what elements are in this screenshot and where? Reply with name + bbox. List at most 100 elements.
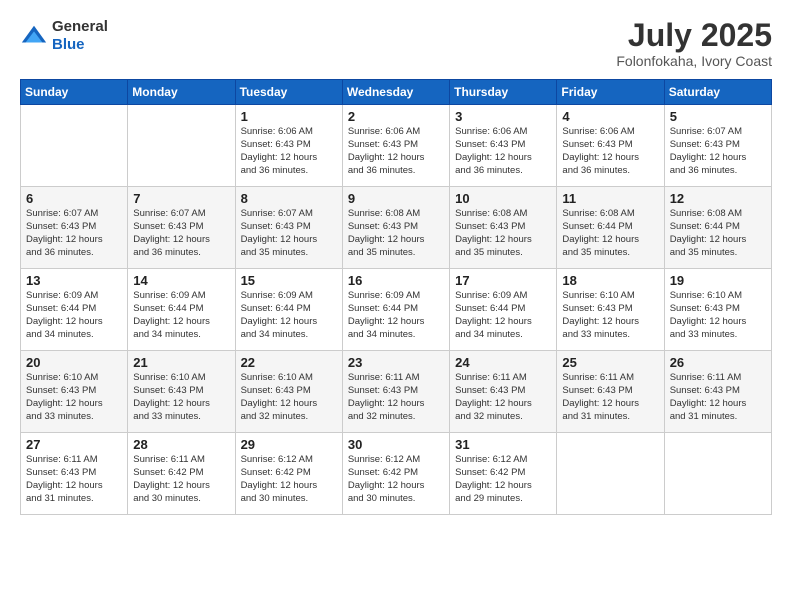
day-cell: 27 Sunrise: 6:11 AM Sunset: 6:43 PM Dayli… [21,433,128,515]
day-cell: 15Sunrise: 6:09 AM Sunset: 6:44 PM Dayli… [235,269,342,351]
day-number: 19 [670,273,766,288]
calendar-table: SundayMondayTuesdayWednesdayThursdayFrid… [20,79,772,515]
day-info: Sunrise: 6:08 AM Sunset: 6:44 PM Dayligh… [670,208,766,259]
day-info: Sunrise: 6:09 AM Sunset: 6:44 PM Dayligh… [455,290,551,341]
week-row-2: 6 Sunrise: 6:07 AM Sunset: 6:43 PM Daylig… [21,187,772,269]
day-number: 8 [241,191,337,206]
day-number: 1 [241,109,337,124]
day-cell: 2 Sunrise: 6:06 AM Sunset: 6:43 PM Daylig… [342,105,449,187]
day-number: 14 [133,273,229,288]
day-cell: 29Sunrise: 6:12 AM Sunset: 6:42 PM Dayli… [235,433,342,515]
day-info: Sunrise: 6:09 AM Sunset: 6:44 PM Dayligh… [348,290,444,341]
day-info: Sunrise: 6:10 AM Sunset: 6:43 PM Dayligh… [241,372,337,423]
day-number: 26 [670,355,766,370]
day-number: 24 [455,355,551,370]
day-number: 30 [348,437,444,452]
header: General Blue July 2025 Folonfokaha, Ivor… [20,18,772,69]
day-number: 11 [562,191,658,206]
weekday-header-sunday: Sunday [21,80,128,105]
day-number: 21 [133,355,229,370]
day-number: 15 [241,273,337,288]
day-cell: 19 Sunrise: 6:10 AM Sunset: 6:43 PM Dayli… [664,269,771,351]
day-info: Sunrise: 6:06 AM Sunset: 6:43 PM Dayligh… [455,126,551,177]
day-number: 20 [26,355,122,370]
day-cell: 7 Sunrise: 6:07 AM Sunset: 6:43 PM Daylig… [128,187,235,269]
day-number: 7 [133,191,229,206]
weekday-header-thursday: Thursday [450,80,557,105]
day-cell: 23Sunrise: 6:11 AM Sunset: 6:43 PM Dayli… [342,351,449,433]
day-cell: 20Sunrise: 6:10 AM Sunset: 6:43 PM Dayli… [21,351,128,433]
day-number: 17 [455,273,551,288]
day-info: Sunrise: 6:06 AM Sunset: 6:43 PM Dayligh… [348,126,444,177]
day-number: 2 [348,109,444,124]
day-info: Sunrise: 6:12 AM Sunset: 6:42 PM Dayligh… [348,454,444,505]
day-info: Sunrise: 6:11 AM Sunset: 6:43 PM Dayligh… [670,372,766,423]
day-info: Sunrise: 6:07 AM Sunset: 6:43 PM Dayligh… [670,126,766,177]
weekday-header-row: SundayMondayTuesdayWednesdayThursdayFrid… [21,80,772,105]
weekday-header-friday: Friday [557,80,664,105]
day-info: Sunrise: 6:06 AM Sunset: 6:43 PM Dayligh… [562,126,658,177]
day-cell [21,105,128,187]
day-number: 13 [26,273,122,288]
weekday-header-wednesday: Wednesday [342,80,449,105]
day-info: Sunrise: 6:11 AM Sunset: 6:43 PM Dayligh… [562,372,658,423]
day-number: 9 [348,191,444,206]
day-cell: 18Sunrise: 6:10 AM Sunset: 6:43 PM Dayli… [557,269,664,351]
day-cell: 8Sunrise: 6:07 AM Sunset: 6:43 PM Daylig… [235,187,342,269]
day-cell: 10 Sunrise: 6:08 AM Sunset: 6:43 PM Dayli… [450,187,557,269]
day-number: 10 [455,191,551,206]
day-number: 23 [348,355,444,370]
page: General Blue July 2025 Folonfokaha, Ivor… [0,0,792,612]
day-info: Sunrise: 6:08 AM Sunset: 6:44 PM Dayligh… [562,208,658,259]
day-number: 27 [26,437,122,452]
day-cell: 4 Sunrise: 6:06 AM Sunset: 6:43 PM Daylig… [557,105,664,187]
day-info: Sunrise: 6:08 AM Sunset: 6:43 PM Dayligh… [348,208,444,259]
day-cell: 21 Sunrise: 6:10 AM Sunset: 6:43 PM Dayli… [128,351,235,433]
logo-icon [20,22,48,50]
day-info: Sunrise: 6:12 AM Sunset: 6:42 PM Dayligh… [455,454,551,505]
day-info: Sunrise: 6:11 AM Sunset: 6:43 PM Dayligh… [455,372,551,423]
day-number: 25 [562,355,658,370]
day-cell: 13Sunrise: 6:09 AM Sunset: 6:44 PM Dayli… [21,269,128,351]
weekday-header-monday: Monday [128,80,235,105]
day-cell: 5 Sunrise: 6:07 AM Sunset: 6:43 PM Daylig… [664,105,771,187]
day-cell: 25 Sunrise: 6:11 AM Sunset: 6:43 PM Dayli… [557,351,664,433]
day-cell: 22Sunrise: 6:10 AM Sunset: 6:43 PM Dayli… [235,351,342,433]
day-number: 28 [133,437,229,452]
day-cell: 24 Sunrise: 6:11 AM Sunset: 6:43 PM Dayli… [450,351,557,433]
day-cell: 26 Sunrise: 6:11 AM Sunset: 6:43 PM Dayli… [664,351,771,433]
day-number: 3 [455,109,551,124]
day-cell [557,433,664,515]
month-year: July 2025 [616,18,772,53]
day-cell: 12 Sunrise: 6:08 AM Sunset: 6:44 PM Dayli… [664,187,771,269]
day-cell: 30 Sunrise: 6:12 AM Sunset: 6:42 PM Dayli… [342,433,449,515]
day-info: Sunrise: 6:11 AM Sunset: 6:43 PM Dayligh… [26,454,122,505]
day-info: Sunrise: 6:10 AM Sunset: 6:43 PM Dayligh… [562,290,658,341]
day-number: 6 [26,191,122,206]
day-number: 5 [670,109,766,124]
day-info: Sunrise: 6:10 AM Sunset: 6:43 PM Dayligh… [133,372,229,423]
day-number: 12 [670,191,766,206]
day-number: 4 [562,109,658,124]
day-cell: 14Sunrise: 6:09 AM Sunset: 6:44 PM Dayli… [128,269,235,351]
day-cell: 3 Sunrise: 6:06 AM Sunset: 6:43 PM Daylig… [450,105,557,187]
logo: General Blue [20,18,108,54]
location: Folonfokaha, Ivory Coast [616,53,772,69]
day-number: 16 [348,273,444,288]
day-info: Sunrise: 6:07 AM Sunset: 6:43 PM Dayligh… [26,208,122,259]
week-row-3: 13 Sunrise: 6:09 AM Sunset: 6:44 PM Dayli… [21,269,772,351]
week-row-5: 27 Sunrise: 6:11 AM Sunset: 6:43 PM Dayli… [21,433,772,515]
week-row-4: 20 Sunrise: 6:10 AM Sunset: 6:43 PM Dayli… [21,351,772,433]
day-cell: 16 Sunrise: 6:09 AM Sunset: 6:44 PM Dayli… [342,269,449,351]
day-cell: 6 Sunrise: 6:07 AM Sunset: 6:43 PM Daylig… [21,187,128,269]
day-info: Sunrise: 6:07 AM Sunset: 6:43 PM Dayligh… [133,208,229,259]
day-info: Sunrise: 6:10 AM Sunset: 6:43 PM Dayligh… [670,290,766,341]
day-cell [664,433,771,515]
day-cell: 1Sunrise: 6:06 AM Sunset: 6:43 PM Daylig… [235,105,342,187]
logo-text: General Blue [52,18,108,54]
day-cell: 28Sunrise: 6:11 AM Sunset: 6:42 PM Dayli… [128,433,235,515]
day-info: Sunrise: 6:08 AM Sunset: 6:43 PM Dayligh… [455,208,551,259]
day-number: 29 [241,437,337,452]
day-number: 31 [455,437,551,452]
title-block: July 2025 Folonfokaha, Ivory Coast [616,18,772,69]
